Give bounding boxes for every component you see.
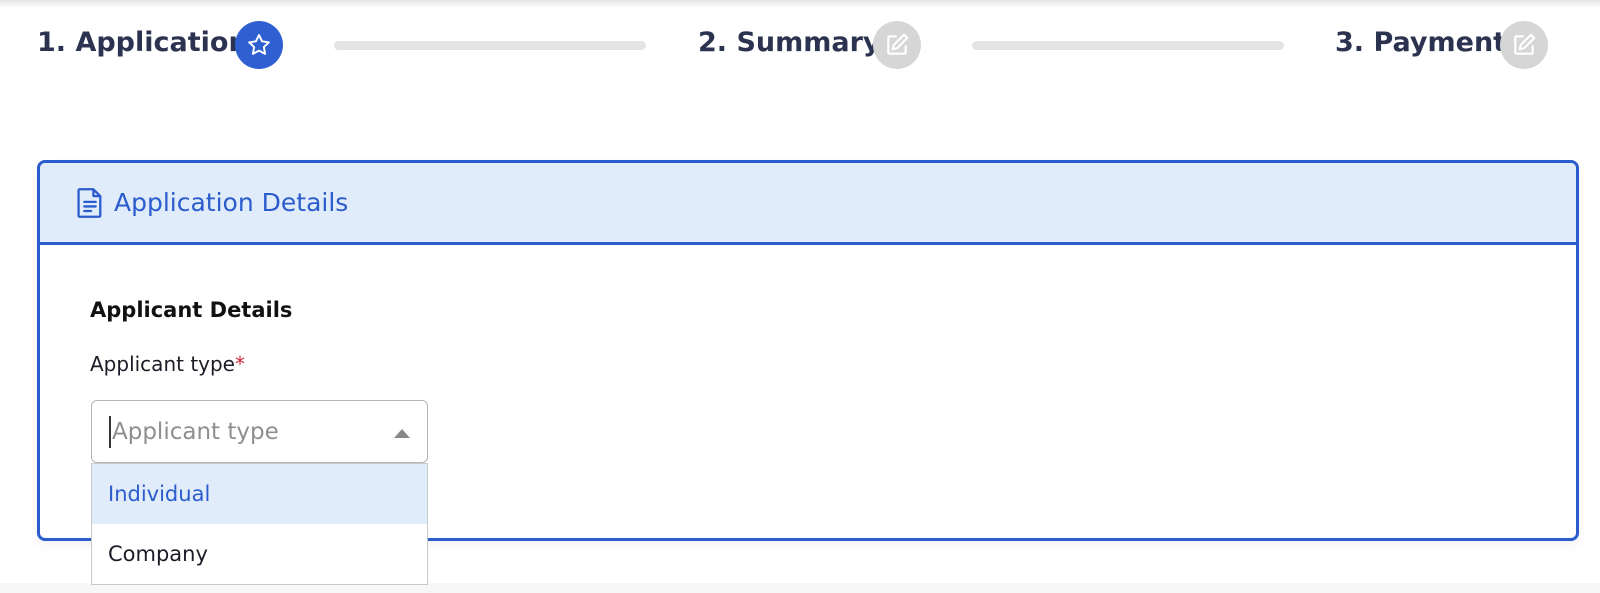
option-individual[interactable]: Individual <box>92 464 427 524</box>
required-marker: * <box>235 352 245 376</box>
option-company[interactable]: Company <box>92 524 427 584</box>
applicant-type-input[interactable] <box>112 418 382 445</box>
step-application-label: 1. Application <box>37 27 248 58</box>
card-title: Application Details <box>114 188 349 217</box>
applicant-type-label-text: Applicant type <box>90 352 235 376</box>
step-payment-label: 3. Payment <box>1335 27 1507 58</box>
applicant-type-dropdown: Individual Company <box>91 463 428 585</box>
edit-icon <box>1514 33 1536 55</box>
star-icon <box>248 34 270 55</box>
edit-icon <box>887 33 909 55</box>
section-title: Applicant Details <box>90 298 293 322</box>
progress-stepper: 1. Application 2. Summary 3. Payment <box>37 20 1583 70</box>
step-connector-2 <box>972 41 1284 50</box>
step-connector-1 <box>334 41 646 50</box>
step-payment-edit-icon[interactable] <box>1500 21 1548 69</box>
step-application-star-icon[interactable] <box>235 21 283 69</box>
dropdown-arrow-up-icon[interactable] <box>394 429 410 438</box>
step-summary-label: 2. Summary <box>698 27 881 58</box>
applicant-type-label: Applicant type* <box>90 352 245 376</box>
card-header: Application Details <box>40 163 1576 245</box>
applicant-type-select[interactable] <box>91 400 428 463</box>
top-shadow <box>0 0 1600 8</box>
document-icon <box>77 187 102 218</box>
step-summary-edit-icon[interactable] <box>873 21 921 69</box>
application-details-card: Application Details Applicant Details Ap… <box>37 160 1579 585</box>
text-cursor <box>109 415 111 448</box>
